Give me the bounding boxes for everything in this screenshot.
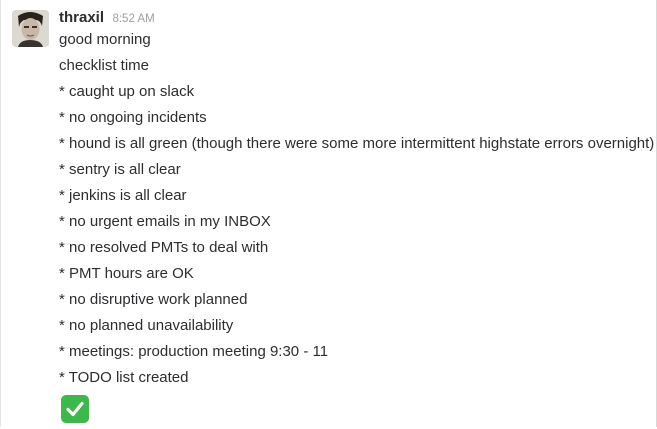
message-list: good morning checklist time * caught up … — [59, 30, 655, 394]
message-line: * hound is all green (though there were … — [59, 135, 655, 152]
message-line: good morning — [59, 31, 151, 48]
username-link[interactable]: thraxil — [59, 9, 104, 26]
message-line: * meetings: production meeting 9:30 - 11 — [59, 343, 329, 360]
user-photo-icon — [12, 10, 49, 47]
message-line: * no urgent emails in my INBOX — [59, 213, 271, 230]
message-line: * no planned unavailability — [59, 317, 234, 334]
timestamp-link[interactable]: 8:52 AM — [112, 13, 154, 25]
message-header: thraxil 8:52 AM — [59, 9, 155, 29]
message-line: * jenkins is all clear — [59, 187, 187, 204]
white-check-mark-icon[interactable] — [61, 395, 89, 423]
message-line: * caught up on slack — [59, 83, 195, 100]
checkmark-glyph-icon — [66, 401, 84, 417]
message-line: * no ongoing incidents — [59, 109, 207, 126]
message-line: * sentry is all clear — [59, 161, 181, 178]
message-line: checklist time — [59, 57, 150, 74]
message-line: * TODO list created — [59, 369, 189, 386]
message-pane: thraxil 8:52 AM good morning checklist t… — [0, 0, 657, 427]
message-line: * no disruptive work planned — [59, 291, 248, 308]
message-line: * PMT hours are OK — [59, 265, 194, 282]
avatar[interactable] — [12, 10, 49, 47]
message-line: * no resolved PMTs to deal with — [59, 239, 269, 256]
